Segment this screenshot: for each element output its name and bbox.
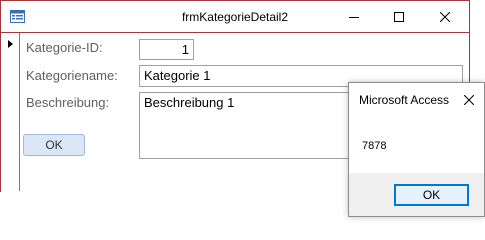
minimize-icon <box>348 16 359 18</box>
maximize-icon <box>393 11 404 22</box>
record-selector-arrow-icon <box>8 40 13 48</box>
message-box-title: Microsoft Access <box>359 93 450 107</box>
record-selector[interactable] <box>1 33 20 191</box>
message-box: Microsoft Access 7878 OK <box>348 82 485 217</box>
maximize-button[interactable] <box>376 1 421 32</box>
title-bar[interactable]: frmKategorieDetail2 <box>1 1 469 32</box>
minimize-button[interactable] <box>331 1 376 32</box>
category-name-label: Kategoriename: <box>26 68 118 83</box>
message-box-close-button[interactable] <box>460 91 478 109</box>
category-id-field[interactable]: 1 <box>139 39 194 60</box>
close-icon <box>439 11 450 22</box>
message-ok-button[interactable]: OK <box>394 184 469 206</box>
close-button[interactable] <box>422 1 467 32</box>
close-icon <box>464 95 474 105</box>
message-text: 7878 <box>362 140 387 152</box>
form-ok-button[interactable]: OK <box>23 134 85 156</box>
message-box-footer: OK <box>349 173 484 216</box>
category-id-label: Kategorie-ID: <box>26 40 103 55</box>
description-label: Beschreibung: <box>26 95 110 110</box>
